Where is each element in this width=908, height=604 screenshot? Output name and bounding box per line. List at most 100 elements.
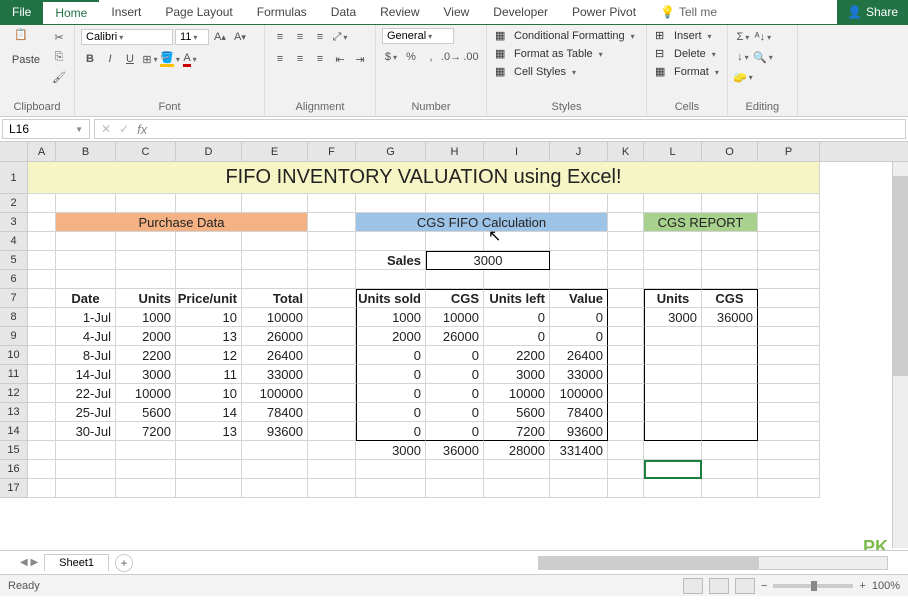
cell[interactable] [758, 289, 820, 308]
cell[interactable] [702, 479, 758, 498]
cell[interactable] [608, 365, 644, 384]
fill-color-button[interactable]: 🪣 [161, 50, 179, 68]
cell[interactable] [308, 232, 356, 251]
cell[interactable] [758, 346, 820, 365]
cell[interactable]: 100000 [550, 384, 608, 403]
zoom-level[interactable]: 100% [872, 580, 900, 592]
cell[interactable] [758, 403, 820, 422]
cell[interactable]: 78400 [550, 403, 608, 422]
tab-formulas[interactable]: Formulas [245, 0, 319, 24]
cell[interactable] [28, 346, 56, 365]
cell[interactable]: 0 [550, 308, 608, 327]
cell[interactable] [644, 460, 702, 479]
cell[interactable]: 1000 [116, 308, 176, 327]
row-header[interactable]: 9 [0, 327, 28, 346]
cell[interactable] [608, 479, 644, 498]
cell[interactable] [758, 422, 820, 441]
cell[interactable] [176, 270, 242, 289]
cell[interactable] [116, 251, 176, 270]
cell[interactable] [608, 422, 644, 441]
currency-button[interactable]: $ [382, 48, 400, 66]
cancel-icon[interactable]: ✕ [101, 122, 111, 136]
cell[interactable]: 36000 [426, 441, 484, 460]
cell[interactable]: 10000 [426, 308, 484, 327]
cell[interactable] [28, 270, 56, 289]
cell[interactable]: 2000 [356, 327, 426, 346]
cell[interactable] [116, 270, 176, 289]
cell[interactable]: 8-Jul [56, 346, 116, 365]
cell[interactable] [176, 460, 242, 479]
cell[interactable] [28, 441, 56, 460]
comma-button[interactable]: , [422, 48, 440, 66]
cell[interactable]: 11 [176, 365, 242, 384]
clear-button[interactable]: 🧽 [734, 68, 752, 86]
tab-data[interactable]: Data [319, 0, 368, 24]
cell[interactable] [484, 460, 550, 479]
cell[interactable]: 12 [176, 346, 242, 365]
cell[interactable] [28, 327, 56, 346]
cell[interactable] [426, 232, 484, 251]
cell[interactable] [758, 441, 820, 460]
cell[interactable] [308, 194, 356, 213]
cell[interactable] [176, 441, 242, 460]
cell[interactable]: 25-Jul [56, 403, 116, 422]
row-header[interactable]: 6 [0, 270, 28, 289]
cell[interactable] [116, 194, 176, 213]
cell[interactable] [644, 365, 702, 384]
cell[interactable]: 0 [426, 422, 484, 441]
vertical-scrollbar[interactable] [892, 162, 908, 548]
align-right-button[interactable]: ≡ [311, 50, 329, 68]
cell[interactable] [550, 460, 608, 479]
cell[interactable]: 100000 [242, 384, 308, 403]
cell[interactable] [758, 384, 820, 403]
sheet-tab[interactable]: Sheet1 [44, 554, 109, 571]
cell[interactable] [28, 460, 56, 479]
cell[interactable]: 30-Jul [56, 422, 116, 441]
cell[interactable] [356, 194, 426, 213]
cell[interactable] [758, 365, 820, 384]
format-as-table-button[interactable]: ▦Format as Table [493, 46, 605, 62]
cell[interactable]: 0 [356, 403, 426, 422]
cell[interactable]: 33000 [550, 365, 608, 384]
cell[interactable]: Units sold [356, 289, 426, 308]
cell[interactable] [426, 460, 484, 479]
cell[interactable] [644, 384, 702, 403]
cell[interactable]: Purchase Data [56, 213, 308, 232]
cell[interactable]: 26400 [242, 346, 308, 365]
zoom-slider[interactable] [773, 584, 853, 588]
cell[interactable]: 7200 [484, 422, 550, 441]
cell[interactable] [608, 270, 644, 289]
add-sheet-button[interactable]: + [115, 554, 133, 572]
normal-view-button[interactable] [683, 578, 703, 594]
cell[interactable]: 10000 [116, 384, 176, 403]
percent-button[interactable]: % [402, 48, 420, 66]
cell[interactable] [308, 270, 356, 289]
column-header[interactable]: O [702, 142, 758, 161]
cell[interactable] [608, 346, 644, 365]
cell[interactable] [758, 479, 820, 498]
font-color-button[interactable]: A [181, 50, 199, 68]
cell[interactable] [608, 441, 644, 460]
row-header[interactable]: 5 [0, 251, 28, 270]
cell[interactable]: 7200 [116, 422, 176, 441]
format-painter-button[interactable]: 🖌 [50, 68, 68, 86]
cell[interactable]: 13 [176, 422, 242, 441]
tab-developer[interactable]: Developer [481, 0, 560, 24]
cell[interactable] [608, 308, 644, 327]
cell[interactable]: Date [56, 289, 116, 308]
cell[interactable] [644, 346, 702, 365]
cell[interactable]: 93600 [242, 422, 308, 441]
cell[interactable] [644, 232, 702, 251]
cell[interactable]: 0 [426, 403, 484, 422]
cell[interactable] [758, 232, 820, 251]
italic-button[interactable]: I [101, 50, 119, 68]
cell[interactable]: 10 [176, 308, 242, 327]
row-header[interactable]: 17 [0, 479, 28, 498]
cell[interactable]: 3000 [116, 365, 176, 384]
row-header[interactable]: 2 [0, 194, 28, 213]
cell[interactable]: 2200 [484, 346, 550, 365]
cell[interactable] [308, 327, 356, 346]
cell[interactable] [550, 270, 608, 289]
formula-input[interactable]: ✕ ✓ fx [94, 119, 906, 139]
tab-insert[interactable]: Insert [99, 0, 153, 24]
